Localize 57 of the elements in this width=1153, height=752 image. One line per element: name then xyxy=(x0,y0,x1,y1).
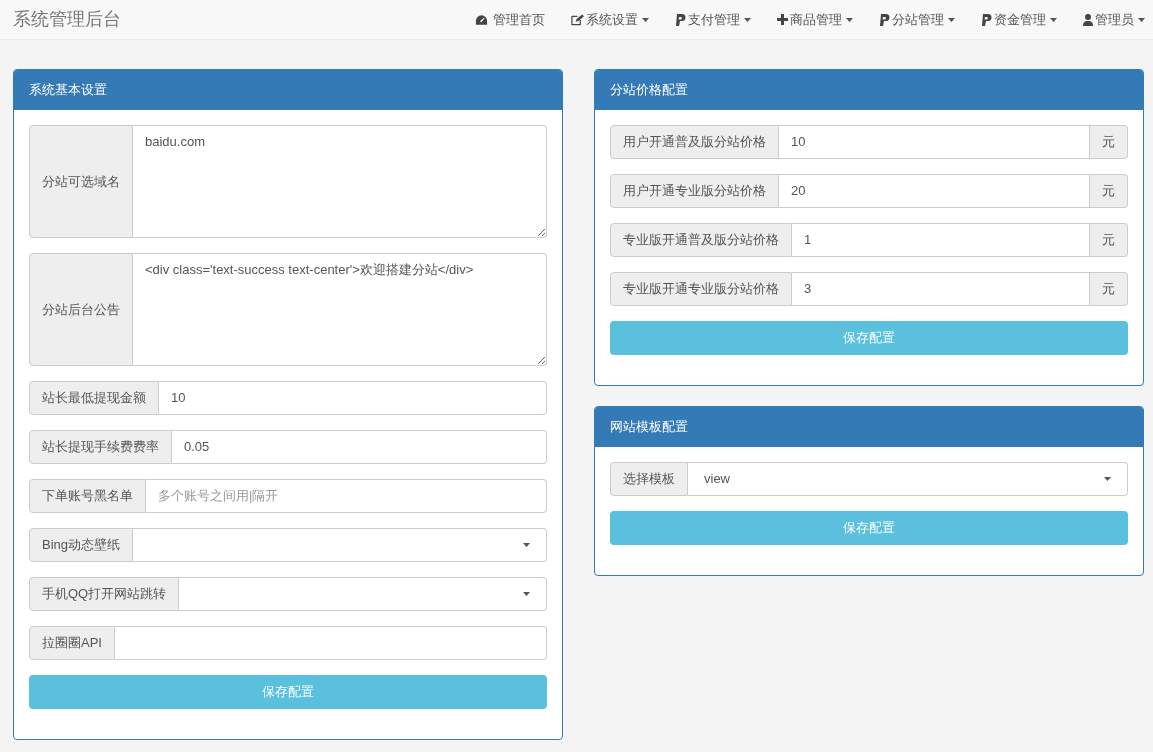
caret-icon xyxy=(744,17,751,22)
nav-link[interactable]: 系统设置 xyxy=(571,9,649,30)
unit-addon: 元 xyxy=(1090,223,1128,257)
panel-header: 分站价格配置 xyxy=(595,70,1143,110)
text-area[interactable]: baidu.com xyxy=(133,125,547,238)
brand-title: 系统管理后台 xyxy=(13,8,121,31)
field-label: 分站后台公告 xyxy=(29,253,133,366)
unit-addon: 元 xyxy=(1090,125,1128,159)
caret-icon xyxy=(1138,17,1145,22)
nav-link[interactable]: 管理首页 xyxy=(475,9,545,30)
input-field[interactable]: 多个账号之间用|隔开 xyxy=(146,479,547,513)
field-label: 拉圈圈API xyxy=(29,626,115,660)
field-label: 专业版开通普及版分站价格 xyxy=(610,223,792,257)
panel-header: 网站模板配置 xyxy=(595,407,1143,447)
input-field[interactable]: 10 xyxy=(159,381,547,415)
caret-icon xyxy=(1050,17,1057,22)
select-field[interactable] xyxy=(133,528,547,562)
caret-icon xyxy=(948,17,955,22)
input-field[interactable]: 20 xyxy=(779,174,1090,208)
field-label: 分站可选域名 xyxy=(29,125,133,238)
field-label: 手机QQ打开网站跳转 xyxy=(29,577,180,611)
field-label: 选择模板 xyxy=(610,462,688,496)
caret-icon xyxy=(523,592,530,596)
input-field[interactable]: 3 xyxy=(792,272,1090,306)
unit-addon: 元 xyxy=(1090,272,1128,306)
select-field[interactable] xyxy=(179,577,547,611)
caret-icon xyxy=(523,543,530,547)
panel-header: 系统基本设置 xyxy=(14,70,562,110)
dashboard-icon xyxy=(475,13,488,26)
caret-icon xyxy=(642,17,649,22)
input-field[interactable] xyxy=(114,626,547,660)
field-label: 用户开通普及版分站价格 xyxy=(610,125,779,159)
caret-icon xyxy=(1104,477,1111,481)
field-label: 下单账号黑名单 xyxy=(29,479,146,513)
select-field[interactable]: view xyxy=(688,462,1128,496)
nav-link[interactable]: 管理员 xyxy=(1083,9,1145,30)
nav-link[interactable]: 商品管理 xyxy=(777,9,853,30)
nav-link[interactable]: 支付管理 xyxy=(675,9,751,30)
input-field[interactable]: 1 xyxy=(792,223,1090,257)
unit-addon: 元 xyxy=(1090,174,1128,208)
plus-icon xyxy=(777,14,788,25)
field-label: 站长最低提现金额 xyxy=(29,381,159,415)
nav-link[interactable]: 分站管理 xyxy=(879,9,955,30)
field-label: 站长提现手续费费率 xyxy=(29,430,172,464)
paypal-icon xyxy=(879,13,890,26)
user-icon xyxy=(1083,13,1093,26)
field-label: 用户开通专业版分站价格 xyxy=(610,174,779,208)
field-label: Bing动态壁纸 xyxy=(29,528,134,562)
input-field[interactable]: 0.05 xyxy=(172,430,547,464)
input-field[interactable]: 10 xyxy=(779,125,1090,159)
edit-icon xyxy=(571,13,584,26)
paypal-icon xyxy=(675,13,686,26)
paypal-icon xyxy=(981,13,992,26)
caret-icon xyxy=(846,17,853,22)
field-label: 专业版开通专业版分站价格 xyxy=(610,272,792,306)
nav-link[interactable]: 资金管理 xyxy=(981,9,1057,30)
text-area[interactable]: <div class='text-success text-center'>欢迎搭建分站</div> xyxy=(133,253,547,366)
